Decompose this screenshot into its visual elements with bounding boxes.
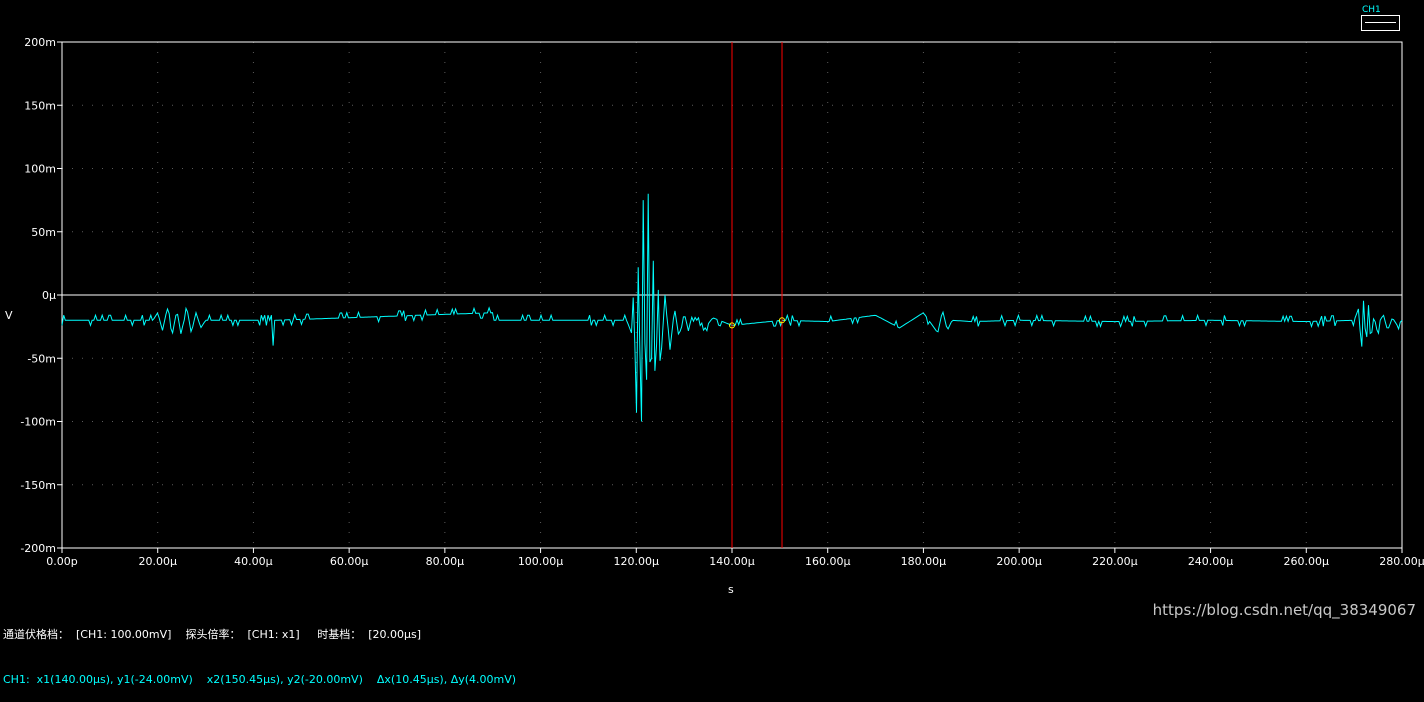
delta-readout: Δx(10.45μs), Δy(4.00mV) xyxy=(376,673,517,686)
x-tick-label: 0.00p xyxy=(46,555,77,568)
y-tick-label: 0μ xyxy=(42,289,56,302)
legend-label: CH1 xyxy=(1362,5,1381,15)
y-tick-label: -200m xyxy=(20,542,56,555)
legend[interactable]: CH1 xyxy=(1361,5,1400,31)
x-tick-label: 180.00μ xyxy=(901,555,947,568)
status-row-settings: 通道伏格档： [CH1: 100.00mV] 探头倍率： [CH1: x1] 时… xyxy=(3,627,516,642)
y-tick-label: -150m xyxy=(20,479,56,492)
cursor-channel: CH1: xyxy=(3,673,30,686)
x-axis-label: s xyxy=(728,583,734,596)
y-tick-label: 150m xyxy=(24,99,56,112)
y-tick-label: -50m xyxy=(27,352,56,365)
x-tick-label: 140.00μ xyxy=(709,555,755,568)
x-tick-label: 120.00μ xyxy=(614,555,660,568)
status-bar: 通道伏格档： [CH1: 100.00mV] 探头倍率： [CH1: x1] 时… xyxy=(3,597,516,702)
x-tick-label: 80.00μ xyxy=(426,555,465,568)
cursor1-readout: x1(140.00μs), y1(-24.00mV) xyxy=(36,673,193,686)
status-row-cursors: CH1: x1(140.00μs), y1(-24.00mV) x2(150.4… xyxy=(3,672,516,687)
y-tick-label: 50m xyxy=(31,226,56,239)
oscilloscope-chart[interactable]: 200m 150m 100m 50m 0μ -50m -100m -150m -200m 0.0… xyxy=(0,0,1424,630)
x-tick-label: 20.00μ xyxy=(138,555,177,568)
y-tick-label: -100m xyxy=(20,416,56,429)
y-axis-label: V xyxy=(5,309,13,322)
legend-swatch xyxy=(1361,15,1400,31)
x-axis: 0.00p 20.00μ 40.00μ 60.00μ 80.00μ 100.00μ 120.… xyxy=(46,548,1424,568)
x-tick-label: 60.00μ xyxy=(330,555,369,568)
x-tick-label: 280.00μ xyxy=(1379,555,1424,568)
x-tick-label: 240.00μ xyxy=(1188,555,1234,568)
x-tick-label: 260.00μ xyxy=(1284,555,1330,568)
x-tick-label: 220.00μ xyxy=(1092,555,1138,568)
cursor2-readout: x2(150.45μs), y2(-20.00mV) xyxy=(206,673,363,686)
x-tick-label: 100.00μ xyxy=(518,555,564,568)
x-tick-label: 200.00μ xyxy=(996,555,1042,568)
watermark: https://blog.csdn.net/qq_38349067 xyxy=(1152,601,1416,619)
y-tick-label: 100m xyxy=(24,163,56,176)
y-tick-label: 200m xyxy=(24,36,56,49)
x-tick-label: 160.00μ xyxy=(805,555,851,568)
x-tick-label: 40.00μ xyxy=(234,555,273,568)
y-axis: 200m 150m 100m 50m 0μ -50m -100m -150m -200m xyxy=(20,36,62,555)
